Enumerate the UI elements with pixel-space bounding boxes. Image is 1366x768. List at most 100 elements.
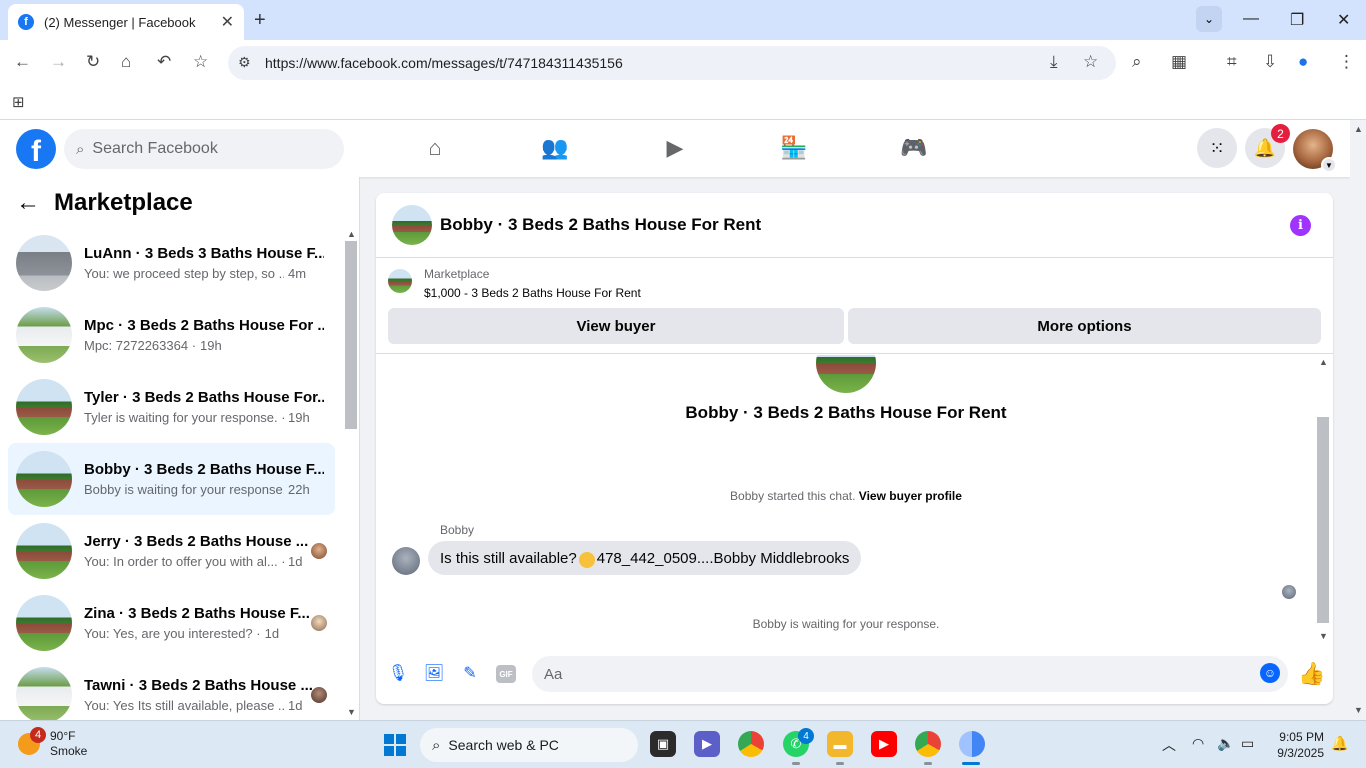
conversation-item[interactable]: LuAnn · 3 Beds 3 Baths House F... You: w… [8,227,335,299]
message-bubble[interactable]: Is this still available? 478_442_0509...… [428,541,862,575]
profile-icon[interactable]: ● [1298,52,1308,72]
view-buyer-profile-link[interactable]: View buyer profile [859,489,962,503]
scroll-down-icon[interactable]: ▼ [1354,705,1363,715]
account-avatar[interactable]: ▼ [1293,129,1337,173]
minimize-icon[interactable]: — [1243,10,1259,28]
conversation-list: LuAnn · 3 Beds 3 Baths House F... You: w… [8,227,335,731]
running-indicator [924,762,932,765]
install-app-icon[interactable]: ⤓ [1050,52,1058,72]
facebook-search[interactable]: ⌕ Search Facebook [64,129,344,169]
inbox-scrollbar[interactable]: ▲ ▼ [344,229,358,719]
notification-bell-icon[interactable]: 🔔 [1331,735,1348,752]
system-clock[interactable]: 9:05 PM 9/3/2025 [1268,729,1324,761]
battery-icon[interactable]: ▭ [1241,735,1254,752]
crop-icon[interactable]: ⌗ [1227,52,1237,72]
forward-icon[interactable]: → [50,52,67,72]
scrollbar-thumb[interactable] [1317,417,1329,623]
new-tab-icon[interactable]: + [254,9,266,32]
browser-tab[interactable]: f (2) Messenger | Facebook ✕ [8,4,244,40]
scroll-up-icon[interactable]: ▲ [1319,357,1328,367]
conversation-name: Tawni · 3 Beds 2 Baths House ... [84,677,313,694]
chrome-profile-icon[interactable] [915,731,941,757]
volume-icon[interactable]: 🔈 [1217,735,1234,752]
windows-taskbar: 4 90°F Smoke ⌕ Search web & PC ▣ ▶ ✆ 4 ▬… [0,720,1366,768]
search-icon: ⌕ [432,736,441,754]
qr-code-icon[interactable]: ▦ [1171,52,1187,72]
chat-title[interactable]: Bobby · 3 Beds 2 Baths House For Rent [440,215,761,235]
address-bar[interactable]: ⚙ https://www.facebook.com/messages/t/74… [228,46,1116,80]
back-arrow-icon[interactable]: ← [16,189,40,217]
chrome-active-icon[interactable] [959,731,985,757]
facebook-logo-icon[interactable]: f [16,129,56,169]
menu-icon[interactable]: ⋮ [1338,52,1355,72]
conversation-item[interactable]: Jerry · 3 Beds 2 Baths House ... You: In… [8,515,335,587]
scroll-down-icon[interactable]: ▼ [347,707,356,717]
conversation-item-active[interactable]: Bobby · 3 Beds 2 Baths House F... Bobby … [8,443,335,515]
apps-grid-icon[interactable]: ⊞ [12,93,25,111]
scroll-up-icon[interactable]: ▲ [347,229,356,239]
menu-grid-icon[interactable]: ⁙ [1197,128,1237,168]
file-explorer-icon[interactable]: ▬ [827,731,853,757]
gaming-nav-icon[interactable]: 🎮 [900,134,928,162]
bookmark-star-icon[interactable]: ☆ [1083,52,1098,72]
conversation-name: Tyler · 3 Beds 2 Baths House For... [84,389,324,406]
gif-icon[interactable]: GIF [496,665,516,683]
teams-icon[interactable]: ▶ [694,731,720,757]
sender-name: Bobby [440,523,475,537]
reload-icon[interactable]: ↻ [86,52,100,72]
microphone-icon[interactable]: 🎙 [388,663,408,683]
conversation-item[interactable]: Zina · 3 Beds 2 Baths House F... You: Ye… [8,587,335,659]
sender-avatar[interactable] [392,547,420,575]
restore-icon[interactable]: ❐ [1290,10,1304,30]
favorite-star-icon[interactable]: ☆ [193,52,208,72]
scrollbar-thumb[interactable] [345,241,357,429]
taskbar-search[interactable]: ⌕ Search web & PC [420,728,638,762]
conversation-time: 22h [288,482,310,497]
search-icon[interactable]: ⌕ [1132,52,1142,72]
home-icon[interactable]: ⌂ [121,52,131,72]
marketplace-nav-icon[interactable]: 🏪 [780,134,808,162]
tray-chevron-icon[interactable]: ︿ [1162,735,1176,755]
scroll-down-icon[interactable]: ▼ [1319,631,1328,641]
chat-avatar[interactable] [392,205,432,245]
undo-icon[interactable]: ↶ [157,52,171,72]
emoji-icon[interactable]: ☺ [1260,663,1280,683]
conversation-name: Bobby · 3 Beds 2 Baths House F... [84,461,324,478]
whatsapp-badge: 4 [798,728,814,744]
running-indicator [792,762,800,765]
download-icon[interactable]: ⇩ [1263,52,1277,72]
chrome-icon[interactable] [738,731,764,757]
video-nav-icon[interactable]: ▶ [661,134,689,162]
conversation-item[interactable]: Mpc · 3 Beds 2 Baths House For ... Mpc: … [8,299,335,371]
wifi-icon[interactable]: ◠ [1192,735,1204,752]
photo-icon[interactable]: 🖼 [424,663,444,683]
tab-title: (2) Messenger | Facebook [44,14,196,30]
friends-nav-icon[interactable]: 👥 [541,134,569,162]
thumbs-up-icon[interactable]: 👍 [1298,661,1325,687]
more-options-button[interactable]: More options [848,308,1321,344]
chat-scrollbar[interactable]: ▲ ▼ [1316,357,1330,643]
start-button-icon[interactable] [384,734,406,756]
back-icon[interactable]: ← [14,52,31,72]
home-nav-icon[interactable]: ⌂ [421,134,449,162]
view-buyer-button[interactable]: View buyer [388,308,844,344]
youtube-icon[interactable]: ▶ [871,731,897,757]
bookmarks-bar: ⊞ [0,86,1366,120]
page-scrollbar[interactable]: ▲ ▼ [1350,120,1366,720]
conversation-item[interactable]: Tyler · 3 Beds 2 Baths House For... Tyle… [8,371,335,443]
running-indicator [836,762,844,765]
facebook-favicon-icon: f [18,14,34,30]
scroll-up-icon[interactable]: ▲ [1354,124,1363,134]
info-icon[interactable]: i [1290,215,1311,236]
search-placeholder: Search Facebook [92,140,218,157]
task-view-icon[interactable]: ▣ [650,731,676,757]
tab-search-icon[interactable]: ⌄ [1196,6,1222,32]
close-tab-icon[interactable]: ✕ [221,12,234,32]
window-close-icon[interactable]: ✕ [1337,10,1350,30]
sticker-icon[interactable]: ✎ [460,663,480,683]
read-receipt-avatar [311,687,327,703]
weather-widget[interactable]: 4 90°F Smoke [18,727,87,759]
conversation-preview: Mpc: 7272263364 · [84,338,197,353]
site-info-icon[interactable]: ⚙ [238,54,251,71]
message-input[interactable]: Aa [532,656,1288,692]
